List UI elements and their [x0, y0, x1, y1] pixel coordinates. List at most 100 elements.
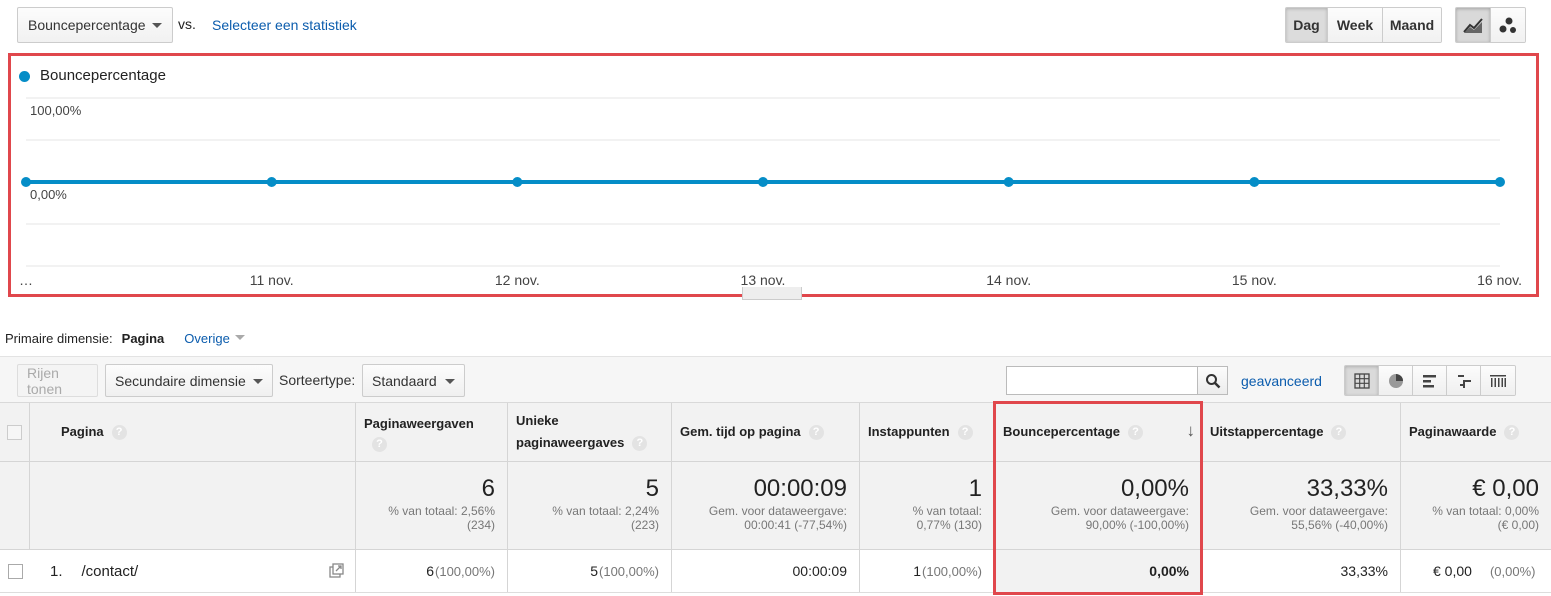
y-tick-label: 100,00%: [30, 103, 82, 118]
bubble-chart-icon: [1499, 17, 1516, 33]
chevron-down-icon: [234, 335, 245, 340]
column-header-pageviews-label: Paginaweergaven: [364, 415, 474, 431]
select-statistic-link[interactable]: Selecteer een statistiek: [212, 17, 357, 33]
help-icon[interactable]: ?: [957, 424, 973, 440]
row-page-cell: 1. /contact/: [30, 550, 356, 592]
bar-chart-icon: [1422, 374, 1436, 387]
show-rows-label: Rijen tonen: [27, 364, 63, 397]
comparison-icon: [1457, 374, 1471, 388]
totals-exit: 33,33% Gem. voor dataweergave: 55,56% (-…: [1202, 462, 1401, 549]
totals-label-cell: [30, 462, 356, 549]
primary-dimension-bar: Primaire dimensie: Pagina Overige: [5, 331, 245, 346]
help-icon[interactable]: ?: [632, 436, 648, 452]
table-search-input[interactable]: [1006, 366, 1198, 395]
sort-descending-icon: ↓: [1186, 421, 1196, 440]
row-pageviews: 6 (100,00%): [356, 550, 508, 592]
row-index: 1.: [50, 562, 63, 580]
row-page-value: € 0,00 (0,00%): [1433, 563, 1536, 579]
totals-entrances: 1 % van totaal: 0,77% (130): [860, 462, 995, 549]
sort-type-select[interactable]: Standaard: [362, 364, 465, 397]
totals-page-value: € 0,00 % van totaal: 0,00% (€ 0,00): [1432, 475, 1539, 533]
row-exit: 33,33%: [1202, 550, 1401, 592]
chevron-down-icon: [152, 23, 162, 28]
column-header-unique-pageviews[interactable]: Unieke paginaweergaves?: [508, 403, 672, 461]
period-month-button[interactable]: Maand: [1383, 8, 1441, 42]
column-header-avg-time[interactable]: Gem. tijd op pagina ?: [672, 403, 860, 461]
metric-select[interactable]: Bouncepercentage: [17, 7, 173, 43]
x-tick-label: …: [19, 272, 33, 288]
help-icon[interactable]: ?: [808, 424, 824, 440]
row-page-link[interactable]: /contact/: [82, 563, 139, 580]
line-chart-icon: [1462, 18, 1483, 33]
vs-label: vs.: [178, 16, 196, 32]
column-header-bounce-label: Bouncepercentage: [1003, 424, 1121, 439]
period-week-button[interactable]: Week: [1328, 8, 1383, 42]
column-header-page-value-label: Paginawaarde: [1409, 424, 1497, 439]
select-all-checkbox[interactable]: [7, 424, 22, 440]
x-tick-label: 15 nov.: [1232, 272, 1277, 288]
show-rows-button[interactable]: Rijen tonen: [17, 364, 98, 397]
secondary-dimension-select[interactable]: Secundaire dimensie: [105, 364, 273, 397]
column-header-exit[interactable]: Uitstappercentage ?: [1202, 403, 1401, 461]
table-view-performance-button[interactable]: [1413, 366, 1447, 395]
column-header-page-label: Pagina: [61, 424, 104, 439]
period-toggle: Dag Week Maand: [1285, 7, 1442, 43]
table-view-data-button[interactable]: [1345, 366, 1379, 395]
sort-type-label: Sorteertype:: [279, 372, 356, 388]
search-icon: [1205, 373, 1220, 388]
totals-avg-time: 00:00:09 Gem. voor dataweergave: 00:00:4…: [672, 462, 860, 549]
select-all-cell: [0, 403, 30, 461]
row-checkbox[interactable]: [7, 563, 23, 579]
column-header-avg-time-label: Gem. tijd op pagina: [680, 424, 801, 439]
search-button[interactable]: [1197, 366, 1228, 395]
metric-select-label: Bouncepercentage: [28, 17, 146, 33]
chevron-down-icon: [445, 379, 455, 384]
table-view-pie-button[interactable]: [1379, 366, 1413, 395]
pivot-icon: [1490, 374, 1506, 387]
table-totals-row: 6 % van totaal: 2,56% (234) 5 % van tota…: [0, 462, 1551, 550]
help-icon[interactable]: ?: [1128, 424, 1144, 440]
column-header-page-value[interactable]: Paginawaarde ?: [1401, 403, 1551, 461]
chart-view-toggle: [1455, 7, 1526, 43]
column-header-entrances-label: Instappunten: [868, 424, 950, 439]
sort-type-value: Standaard: [372, 372, 437, 389]
row-unique-pageviews: 5 (100,00%): [508, 550, 672, 592]
data-point: [1249, 177, 1260, 187]
data-point: [758, 177, 768, 187]
column-header-entrances[interactable]: Instappunten ?: [860, 403, 995, 461]
column-header-bounce[interactable]: Bouncepercentage ? ↓: [995, 403, 1202, 461]
chart-collapse-handle[interactable]: [742, 287, 802, 300]
column-header-pageviews[interactable]: Paginaweergaven ?: [356, 403, 508, 461]
advanced-filter-link[interactable]: geavanceerd: [1241, 373, 1322, 389]
x-tick-label: 12 nov.: [495, 272, 540, 288]
motion-chart-view-button[interactable]: [1490, 8, 1525, 42]
help-icon[interactable]: ?: [372, 436, 387, 452]
totals-spacer: [0, 462, 30, 549]
dimension-page[interactable]: Pagina: [122, 331, 165, 346]
chevron-down-icon: [253, 379, 263, 384]
line-chart-view-button[interactable]: [1456, 8, 1491, 42]
table-view-comparison-button[interactable]: [1447, 366, 1481, 395]
x-tick-label: 14 nov.: [986, 272, 1031, 288]
dimension-other-link[interactable]: Overige: [184, 331, 230, 346]
help-icon[interactable]: ?: [1504, 424, 1520, 440]
row-entrances: 1 (100,00%): [860, 550, 995, 592]
help-icon[interactable]: ?: [1331, 424, 1347, 440]
pie-chart-icon: [1388, 373, 1403, 388]
data-point: [1003, 177, 1014, 187]
data-point: [1495, 177, 1505, 187]
period-day-button[interactable]: Dag: [1286, 8, 1328, 42]
table-view-pivot-button[interactable]: [1481, 366, 1515, 395]
data-point: [266, 177, 277, 187]
table-row: 1. /contact/ 6 (100,00%) 5 (100,00%) 00:00…: [0, 550, 1551, 593]
data-point: [512, 177, 523, 187]
column-header-page[interactable]: Pagina ?: [30, 403, 356, 461]
line-chart: 100,00% 0,00% … 11 nov. 12 nov. 13 nov. 14 nov…: [19, 97, 1522, 288]
x-tick-label: 11 nov.: [250, 272, 294, 288]
totals-bounce: 0,00% Gem. voor dataweergave: 90,00% (-1…: [995, 462, 1202, 549]
x-tick-label: 13 nov.: [741, 272, 786, 288]
help-icon[interactable]: ?: [111, 424, 127, 440]
grid-icon: [1353, 372, 1370, 389]
column-header-unique-line1: Unieke: [516, 413, 559, 428]
open-link-icon[interactable]: [329, 563, 344, 578]
